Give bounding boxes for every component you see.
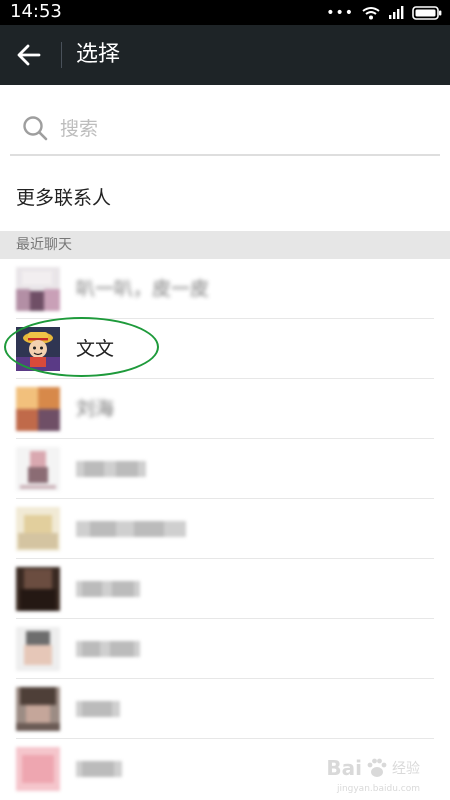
chat-row-wenwen[interactable]: 文文 xyxy=(0,319,450,379)
blurred-name xyxy=(76,761,122,777)
blurred-name xyxy=(76,581,140,597)
cell-signal-icon xyxy=(389,6,404,19)
watermark-tail: 经验 xyxy=(392,761,420,777)
app-bar-divider xyxy=(61,42,62,68)
chat-row[interactable] xyxy=(0,499,450,559)
chat-row[interactable] xyxy=(0,559,450,619)
chat-row[interactable] xyxy=(0,439,450,499)
app-bar: 选择 xyxy=(0,25,450,85)
status-time: 14:53 xyxy=(10,1,62,22)
baidu-watermark: Bai 经验 xyxy=(326,756,420,780)
avatar xyxy=(16,387,60,431)
avatar xyxy=(16,687,60,731)
avatar xyxy=(16,327,60,371)
avatar xyxy=(16,627,60,671)
back-button[interactable] xyxy=(6,33,52,77)
page-title: 选择 xyxy=(76,42,121,67)
avatar xyxy=(16,267,60,311)
battery-icon xyxy=(412,6,442,20)
watermark-url: jingyan.baidu.com xyxy=(336,784,420,794)
more-contacts-item[interactable]: 更多联系人 xyxy=(0,172,450,224)
signal-dots-icon: ••• xyxy=(326,5,354,21)
cartoon-avatar-icon xyxy=(16,327,60,371)
avatar xyxy=(16,507,60,551)
search-input[interactable] xyxy=(58,108,432,150)
search-bar xyxy=(10,100,440,156)
paw-icon xyxy=(367,758,387,777)
chat-row[interactable]: 叭一叭，皮一皮 xyxy=(0,259,450,319)
chat-name: 文文 xyxy=(76,338,115,360)
blurred-name xyxy=(76,461,146,477)
chat-row[interactable] xyxy=(0,619,450,679)
chat-row[interactable] xyxy=(0,679,450,739)
avatar xyxy=(16,567,60,611)
chat-name: 刘海 xyxy=(76,398,115,420)
blurred-name xyxy=(76,521,186,537)
blurred-name xyxy=(76,641,140,657)
watermark-brand: Bai xyxy=(326,756,362,780)
search-icon xyxy=(23,116,48,141)
chat-row[interactable]: 刘海 xyxy=(0,379,450,439)
avatar xyxy=(16,447,60,491)
status-bar: 14:53 ••• xyxy=(0,0,450,25)
avatar xyxy=(16,747,60,791)
recent-chats-list: 叭一叭，皮一皮 文文 刘海 xyxy=(0,259,450,799)
wifi-icon xyxy=(362,7,380,20)
status-icons: ••• xyxy=(326,5,442,21)
recent-chats-header: 最近聊天 xyxy=(0,231,450,259)
back-arrow-icon xyxy=(17,44,41,66)
blurred-name xyxy=(76,701,120,717)
chat-name: 叭一叭，皮一皮 xyxy=(76,278,210,300)
